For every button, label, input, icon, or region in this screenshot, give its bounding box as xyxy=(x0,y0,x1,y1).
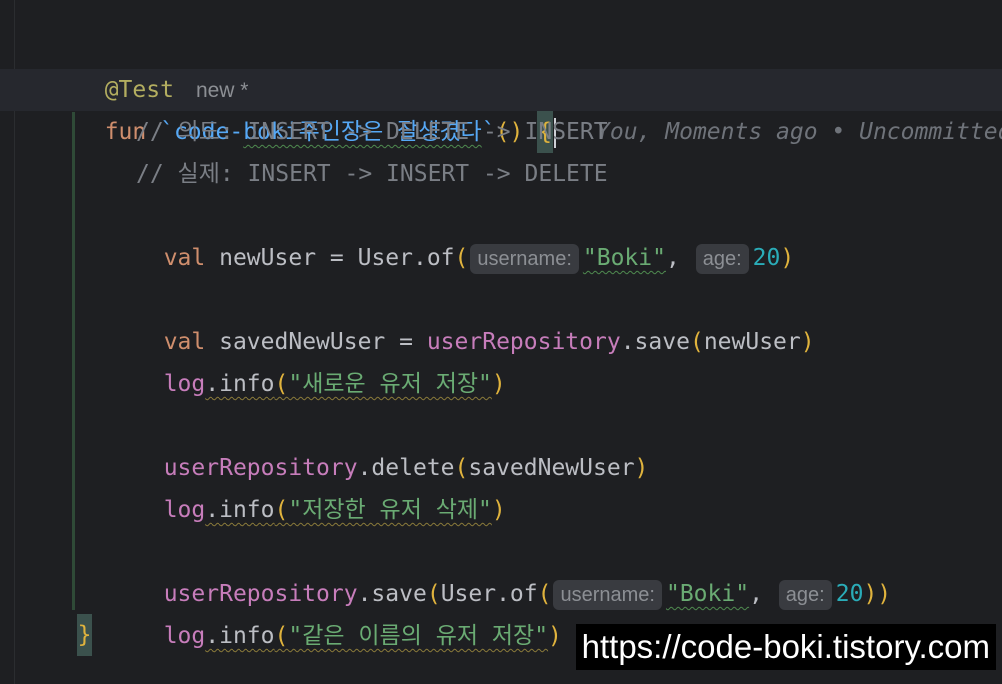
method-of: .of xyxy=(412,245,455,271)
property-log: log xyxy=(163,371,206,397)
number-age: 20 xyxy=(752,245,781,271)
code-line-5[interactable]: val newUser = User.of(username: "Boki", a… xyxy=(136,195,794,274)
open-paren: ( xyxy=(274,623,289,649)
open-paren: ( xyxy=(274,371,289,397)
code-line-1[interactable]: @Test new * xyxy=(77,27,249,103)
close-paren: ) xyxy=(863,581,878,607)
code-line-11[interactable]: log.info("저장한 유저 삭제") xyxy=(136,447,506,523)
code-line-10[interactable]: userRepository.delete(savedNewUser) xyxy=(136,405,649,481)
code-line-4[interactable]: // 실제: INSERT -> INSERT -> DELETE xyxy=(136,153,608,195)
property-log: log xyxy=(163,497,206,523)
class-user: User xyxy=(357,245,413,271)
param-hint-age: age: xyxy=(695,243,749,274)
string-log-msg3: "같은 이름의 유저 저장" xyxy=(288,623,549,649)
string-log-msg1: "새로운 유저 저장" xyxy=(288,371,492,397)
method-save: .save xyxy=(620,329,690,355)
code-line-8[interactable]: log.info("새로운 유저 저장") xyxy=(136,321,506,397)
open-paren: ( xyxy=(689,329,704,355)
variable-newuser: newUser xyxy=(219,245,317,271)
method-info: .info xyxy=(205,623,275,649)
string-boki: "Boki" xyxy=(665,581,750,607)
close-paren-outer: ) xyxy=(877,581,892,607)
param-hint-username: username: xyxy=(470,243,579,274)
param-hint-age: age: xyxy=(778,579,832,610)
code-line-2[interactable]: fun `code-boki주인장은 잘생겼다`() {You, Moments… xyxy=(77,69,1002,153)
close-paren: ) xyxy=(780,245,795,271)
close-paren: ) xyxy=(800,329,815,355)
val-keyword: val xyxy=(163,245,206,271)
vcs-change-marker[interactable] xyxy=(72,112,75,610)
string-log-msg2: "저장한 유저 삭제" xyxy=(288,497,492,523)
close-brace-highlight: } xyxy=(77,614,92,656)
close-paren: ) xyxy=(634,455,649,481)
watermark: https://code-boki.tistory.com xyxy=(575,624,996,670)
close-paren: ) xyxy=(491,497,506,523)
code-line-3[interactable]: // 의도: INSERT -> DELETE -> INSERT xyxy=(136,111,608,153)
comma: , xyxy=(665,245,680,271)
code-line-13[interactable]: userRepository.save(User.of(username: "Bo… xyxy=(136,531,891,610)
code-line-7[interactable]: val savedNewUser = userRepository.save(n… xyxy=(136,279,815,355)
comma: , xyxy=(749,581,763,607)
method-info: .info xyxy=(205,497,275,523)
string-boki: "Boki" xyxy=(582,245,666,271)
close-paren: ) xyxy=(491,371,506,397)
property-log: log xyxy=(163,623,206,649)
open-paren: ( xyxy=(274,497,289,523)
method-info: .info xyxy=(205,371,275,397)
git-blame-inline[interactable]: You, Moments ago • Uncommitted xyxy=(596,119,1002,145)
assign-op: = xyxy=(316,245,358,271)
code-line-14[interactable]: log.info("같은 이름의 유저 저장") xyxy=(136,573,562,649)
number-age: 20 xyxy=(835,581,864,607)
open-paren: ( xyxy=(454,245,469,271)
arg-newuser: newUser xyxy=(703,329,801,355)
param-hint-username: username: xyxy=(553,579,662,610)
close-paren: ) xyxy=(548,623,562,649)
